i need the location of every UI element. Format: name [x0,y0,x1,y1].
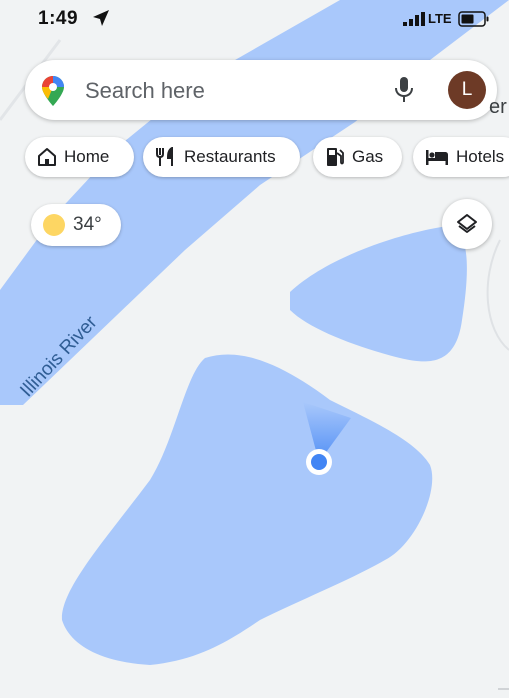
temperature-label: 34° [73,214,102,235]
network-label: LTE [428,11,452,26]
hotel-icon [426,150,448,165]
location-arrow-icon [93,10,109,26]
map-screen[interactable]: Illinois River 1:49 LTE Search here L er… [0,0,509,698]
home-icon [38,148,56,166]
status-bar: 1:49 LTE [0,0,509,42]
weather-chip[interactable]: 34° [31,204,121,246]
gas-station-icon [327,148,344,166]
sun-icon [43,214,65,236]
signal-icon [403,12,425,26]
microphone-icon[interactable] [395,77,413,103]
battery-icon [458,11,489,27]
layers-icon [457,214,477,233]
search-bar[interactable]: Search here L [25,60,497,120]
layers-button[interactable] [442,199,492,249]
chip-hotels[interactable]: Hotels [413,137,509,177]
chip-restaurants-label: Restaurants [184,147,276,166]
partial-place-label: er [489,96,507,118]
google-maps-pin-icon [42,76,64,106]
chip-home[interactable]: Home [25,137,134,177]
avatar[interactable]: L [448,71,486,109]
search-input[interactable]: Search here [85,78,205,104]
status-time: 1:49 [38,8,79,29]
chip-restaurants[interactable]: Restaurants [143,137,300,177]
restaurant-icon [156,147,173,166]
chip-home-label: Home [64,147,110,166]
chip-gas[interactable]: Gas [313,137,402,177]
chip-gas-label: Gas [352,147,384,166]
chip-hotels-label: Hotels [456,147,505,166]
